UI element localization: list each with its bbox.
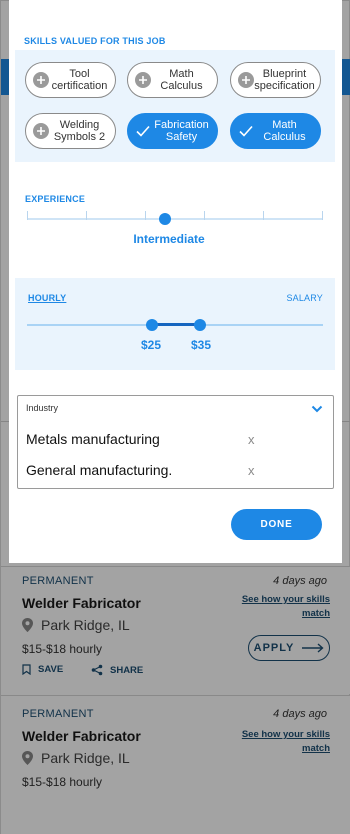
experience-slider-tick: [27, 211, 28, 220]
skill-chip-label-line1: Tool: [69, 68, 90, 80]
experience-heading: EXPERIENCE: [25, 194, 86, 204]
pay-max-handle[interactable]: [194, 319, 206, 331]
checkmark-icon: [135, 123, 151, 139]
experience-slider-handle[interactable]: [159, 213, 171, 225]
remove-industry-button[interactable]: x: [248, 463, 255, 478]
skill-chip[interactable]: Math Calculus: [127, 62, 218, 98]
skill-chip-label: Math Calculus: [253, 119, 316, 143]
experience-slider-tick: [204, 211, 205, 220]
pay-max-label: $35: [191, 338, 212, 352]
industry-select[interactable]: Industry Metals manufacturing x General …: [17, 395, 334, 489]
industry-item: Metals manufacturing: [26, 431, 160, 447]
skill-chip-label: Math Calculus: [150, 68, 213, 92]
skill-chip-label: Welding Symbols 2: [48, 119, 111, 143]
skill-chip-label-line2: specification: [254, 80, 315, 92]
skill-chip-label-line2: Calculus: [263, 131, 306, 143]
checkmark-icon: [238, 123, 254, 139]
skills-filter-modal: SKILLS VALUED FOR THIS JOB Tool certific…: [9, 0, 342, 563]
skill-chip[interactable]: Fabrication Safety: [127, 113, 218, 149]
skill-chip-label-line1: Fabrication: [154, 119, 209, 131]
skills-heading: SKILLS VALUED FOR THIS JOB: [24, 36, 166, 46]
experience-slider-tick: [145, 211, 146, 220]
skill-chip-label: Fabrication Safety: [150, 119, 213, 143]
done-button[interactable]: DONE: [231, 509, 322, 540]
skill-chip-label-line1: Blueprint: [262, 68, 307, 80]
pay-filter: HOURLY SALARY $25 $35: [15, 278, 335, 370]
skill-chip-label-line1: Math: [272, 119, 297, 131]
tab-hourly[interactable]: HOURLY: [28, 293, 66, 303]
skill-chip-label-line1: Math: [169, 68, 194, 80]
skill-chip-label-line2: Calculus: [160, 80, 203, 92]
skill-chip-label: Tool certification: [48, 68, 111, 92]
remove-industry-button[interactable]: x: [248, 432, 255, 447]
plus-circle-icon: [33, 72, 49, 88]
skill-chip[interactable]: Welding Symbols 2: [25, 113, 116, 149]
pay-min-handle[interactable]: [146, 319, 158, 331]
experience-slider-tick: [322, 211, 323, 220]
experience-slider-track: [27, 218, 323, 220]
experience-value: Intermediate: [133, 232, 205, 246]
skill-chip-label-line2: Symbols 2: [53, 131, 106, 143]
industry-label: Industry: [26, 403, 59, 413]
chevron-down-icon[interactable]: [311, 405, 323, 413]
skill-chip-label-line2: certification: [51, 80, 108, 92]
experience-slider-tick: [263, 211, 264, 220]
pay-min-label: $25: [141, 338, 162, 352]
skill-chip[interactable]: Blueprint specification: [230, 62, 321, 98]
skill-chip-label: Blueprint specification: [253, 68, 316, 92]
plus-circle-icon: [135, 72, 151, 88]
skills-chip-group: Tool certification Math Calculus Bluepri…: [15, 50, 335, 162]
skill-chip[interactable]: Math Calculus: [230, 113, 321, 149]
industry-item: General manufacturing.: [26, 462, 173, 478]
skill-chip-label-line2: Safety: [165, 131, 198, 143]
experience-slider[interactable]: [27, 208, 323, 230]
plus-circle-icon: [238, 72, 254, 88]
tab-salary[interactable]: SALARY: [286, 293, 323, 303]
plus-circle-icon: [33, 123, 49, 139]
skill-chip[interactable]: Tool certification: [25, 62, 116, 98]
skill-chip-label-line1: Welding: [59, 119, 100, 131]
experience-slider-tick: [86, 211, 87, 220]
